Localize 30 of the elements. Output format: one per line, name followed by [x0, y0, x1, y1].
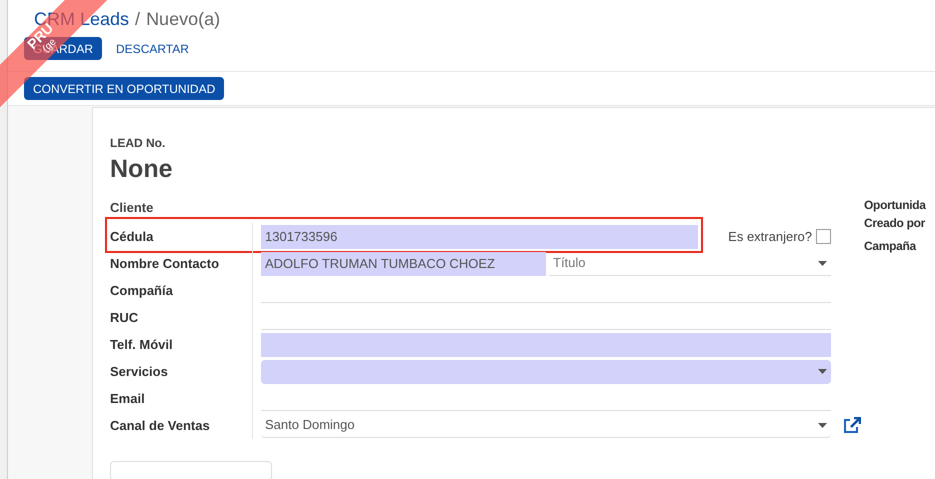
lead-number-label: LEAD No.: [110, 135, 166, 152]
dropdown-caret-icon: [818, 260, 827, 266]
breadcrumb-current: Nuevo(a): [146, 8, 220, 30]
input-field[interactable]: 1301733596: [261, 224, 698, 248]
dropdown-caret-icon: [818, 369, 827, 374]
lead-number: None: [110, 154, 174, 184]
select-field[interactable]: Santo Domingo: [261, 414, 831, 438]
field-label: Servicios: [110, 362, 169, 381]
field-label: Nombre Contacto: [110, 254, 220, 273]
checkbox-label: Es extranjero?: [728, 228, 812, 246]
field-label: Oportunida: [864, 198, 926, 213]
field-label: Canal de Ventas: [110, 416, 211, 435]
discard-button[interactable]: DESCARTAR: [107, 37, 198, 60]
field-label: Campaña: [864, 239, 918, 254]
checkbox[interactable]: [816, 229, 831, 244]
field-label: Compañía: [110, 282, 174, 300]
section-heading: Cliente: [110, 200, 154, 215]
field-label: Email: [110, 390, 146, 408]
external-link-icon[interactable]: [843, 417, 861, 434]
convert-button[interactable]: CONVERTIR EN OPORTUNIDAD: [24, 77, 224, 100]
field-label: Telf. Móvil: [110, 336, 174, 354]
field-label: Cédula: [110, 228, 154, 246]
title-select[interactable]: Título: [549, 252, 831, 276]
breadcrumb-separator: /: [135, 8, 140, 30]
dropdown-caret-icon: [818, 422, 827, 428]
select-field[interactable]: [261, 360, 831, 384]
field-label: Creado por: [864, 216, 926, 231]
field-label: RUC: [110, 308, 140, 327]
input-field[interactable]: [261, 332, 831, 356]
input-field[interactable]: ADOLFO TRUMAN TUMBACO CHOEZ: [261, 252, 546, 276]
